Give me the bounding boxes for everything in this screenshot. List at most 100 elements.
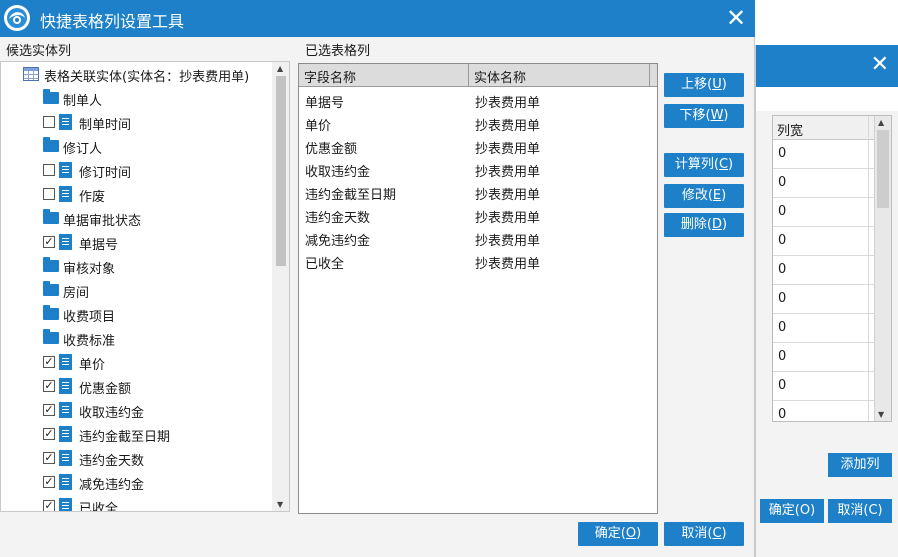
entity-name-cell: 抄表费用单	[475, 211, 541, 226]
checkbox-checked[interactable]: ✓	[43, 500, 55, 511]
tree-node[interactable]: 制单人	[1, 86, 273, 110]
tree-node-label: 优惠金额	[79, 382, 132, 397]
checkbox-checked[interactable]: ✓	[43, 404, 55, 416]
table-row[interactable]: 已收全 抄表费用单	[299, 249, 657, 272]
tree-node[interactable]: 单据审批状态	[1, 206, 273, 230]
tree-node[interactable]: ✓ 单据号	[1, 230, 273, 254]
background-close-icon[interactable]: ✕	[871, 54, 889, 76]
tree-node-label: 房间	[63, 286, 90, 301]
entity-name-cell: 抄表费用单	[475, 96, 541, 111]
checkbox-unchecked[interactable]	[43, 116, 55, 128]
delete-button[interactable]: 删除(D)	[664, 213, 744, 237]
tree-node[interactable]: 作废	[1, 182, 273, 206]
column-width-scrollbar[interactable]: ▲ ▼	[874, 116, 891, 421]
scroll-up-arrow-icon[interactable]: ▲	[878, 118, 884, 127]
entity-name-cell: 抄表费用单	[475, 234, 541, 249]
table-row[interactable]: 优惠金额 抄表费用单	[299, 134, 657, 157]
move-down-button[interactable]: 下移(W)	[664, 104, 744, 128]
background-confirm-button[interactable]: 确定(O)	[760, 499, 824, 523]
document-icon	[59, 186, 72, 202]
tree-node[interactable]: ✓ 优惠金额	[1, 374, 273, 398]
table-row[interactable]: 0	[773, 343, 876, 372]
checkbox-checked[interactable]: ✓	[43, 476, 55, 488]
scroll-thumb[interactable]	[877, 130, 889, 208]
add-column-button[interactable]: 添加列	[828, 453, 892, 477]
edit-button[interactable]: 修改(E)	[664, 184, 744, 208]
selected-columns-header: 已选表格列	[300, 37, 755, 61]
column-header-entity-name[interactable]: 实体名称	[469, 64, 650, 87]
accelerator-key: D	[711, 217, 722, 232]
tree-node[interactable]: 修订时间	[1, 158, 273, 182]
table-row[interactable]: 0	[773, 314, 876, 343]
tree-node-label: 修订时间	[79, 166, 132, 181]
tree-node[interactable]: 收费标准	[1, 326, 273, 350]
selected-columns-label: 已选表格列	[305, 44, 371, 59]
column-width-grid[interactable]: 列宽 0 0 0 0 0 0 0 0 0 0 ▲ ▼	[772, 115, 892, 422]
table-row[interactable]: 单价 抄表费用单	[299, 111, 657, 134]
column-width-cell: 0	[778, 407, 787, 422]
tree-node[interactable]: 制单时间	[1, 110, 273, 134]
tree-node[interactable]: 收费项目	[1, 302, 273, 326]
checkbox-checked[interactable]: ✓	[43, 428, 55, 440]
table-row[interactable]: 0	[773, 227, 876, 256]
column-header-label: 实体名称	[474, 71, 527, 86]
table-row[interactable]: 0	[773, 198, 876, 227]
table-row[interactable]: 单据号 抄表费用单	[299, 88, 657, 111]
tree-node[interactable]: ✓ 违约金截至日期	[1, 422, 273, 446]
table-row[interactable]: 0	[773, 285, 876, 314]
button-label: 下移(	[679, 108, 711, 123]
tree-node[interactable]: ✓ 减免违约金	[1, 470, 273, 494]
table-row[interactable]: 收取违约金 抄表费用单	[299, 157, 657, 180]
table-row[interactable]: 违约金天数 抄表费用单	[299, 203, 657, 226]
entity-name-cell: 抄表费用单	[475, 188, 541, 203]
document-icon	[59, 450, 72, 466]
tree-node-label: 违约金天数	[79, 454, 145, 469]
tree-node[interactable]: 修订人	[1, 134, 273, 158]
background-dialog-titlebar: ✕	[756, 45, 898, 87]
checkbox-checked[interactable]: ✓	[43, 236, 55, 248]
move-up-button[interactable]: 上移(U)	[664, 73, 744, 97]
table-row[interactable]: 0	[773, 256, 876, 285]
checkbox-checked[interactable]: ✓	[43, 356, 55, 368]
table-row[interactable]: 0	[773, 401, 876, 422]
selected-columns-grid[interactable]: 字段名称 实体名称 单据号 抄表费用单 单价 抄表费用单 优惠金额 抄表费用单 收取违约金抄…	[298, 63, 658, 514]
tree-node[interactable]: ✓ 违约金天数	[1, 446, 273, 470]
cancel-button[interactable]: 取消(C)	[664, 522, 744, 546]
app-logo-icon	[4, 5, 30, 31]
checkbox-unchecked[interactable]	[43, 164, 55, 176]
button-label: 计算列(	[674, 157, 719, 172]
confirm-button[interactable]: 确定(O)	[578, 522, 658, 546]
tree-scrollbar[interactable]: ▲ ▼	[272, 62, 289, 511]
column-width-cell: 0	[778, 146, 787, 161]
tree-node-label: 制单时间	[79, 118, 132, 133]
table-row[interactable]: 减免违约金 抄表费用单	[299, 226, 657, 249]
table-row[interactable]: 0	[773, 169, 876, 198]
checkbox-checked[interactable]: ✓	[43, 380, 55, 392]
column-width-cell: 0	[778, 291, 787, 306]
table-row[interactable]: 违约金截至日期 抄表费用单	[299, 180, 657, 203]
accelerator-key: C	[712, 526, 722, 541]
document-icon	[59, 234, 72, 250]
table-row[interactable]: 0	[773, 140, 876, 169]
background-cancel-button[interactable]: 取消(C)	[828, 499, 892, 523]
checkbox-checked[interactable]: ✓	[43, 452, 55, 464]
tree-node[interactable]: ✓ 已收全	[1, 494, 273, 511]
scroll-up-arrow-icon[interactable]: ▲	[277, 64, 283, 73]
button-label-end: )	[722, 217, 728, 232]
computed-column-button[interactable]: 计算列(C)	[664, 153, 744, 177]
checkbox-unchecked[interactable]	[43, 188, 55, 200]
scroll-thumb[interactable]	[276, 76, 286, 266]
column-width-cell: 0	[778, 320, 787, 335]
tree-node[interactable]: 房间	[1, 278, 273, 302]
column-header-field-name[interactable]: 字段名称	[299, 64, 469, 87]
table-row[interactable]: 0	[773, 372, 876, 401]
tree-node[interactable]: 审核对象	[1, 254, 273, 278]
scroll-down-arrow-icon[interactable]: ▼	[277, 500, 283, 509]
tree-node[interactable]: ✓ 单价	[1, 350, 273, 374]
background-dialog: ✕ 列宽 0 0 0 0 0 0 0 0 0 0 ▲ ▼ 添加列 确定(O) 取消(C)	[755, 45, 898, 557]
tree-node[interactable]: 表格关联实体(实体名：抄表费用单)	[1, 62, 273, 86]
scroll-down-arrow-icon[interactable]: ▼	[878, 410, 884, 419]
candidate-entity-tree[interactable]: 表格关联实体(实体名：抄表费用单) 制单人 制单时间 修订人 修订时间 作废 单据审批状态 ✓…	[0, 61, 290, 512]
close-icon[interactable]: ✕	[723, 5, 749, 31]
tree-node[interactable]: ✓ 收取违约金	[1, 398, 273, 422]
